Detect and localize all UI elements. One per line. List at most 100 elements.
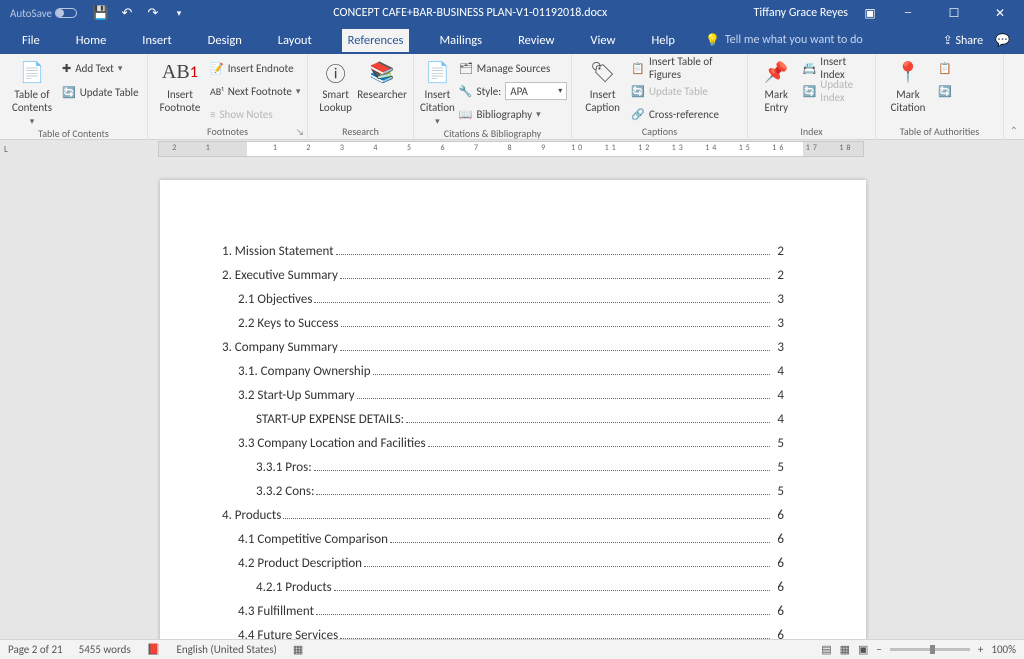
menu-layout[interactable]: Layout xyxy=(272,29,318,52)
insert-citation-button[interactable]: 📄 Insert Citation xyxy=(420,58,455,127)
document-title: CONCEPT CAFE+BAR-BUSINESS PLAN-V1-011920… xyxy=(187,6,753,20)
update-tof-button[interactable]: 🔄Update Table xyxy=(631,81,741,101)
toc-entry[interactable]: 1. Mission Statement2 xyxy=(222,244,784,259)
read-mode-icon[interactable]: ▤ xyxy=(821,643,831,656)
bibliography-icon: 📖 xyxy=(459,108,473,121)
menu-insert[interactable]: Insert xyxy=(136,29,177,52)
document-page[interactable]: 1. Mission Statement2 2. Executive Summar… xyxy=(160,180,866,639)
mark-citation-button[interactable]: 📍 Mark Citation xyxy=(882,58,934,114)
tof-icon: 📋 xyxy=(631,62,645,75)
toc-entry[interactable]: 3.3.2 Cons:5 xyxy=(222,484,784,499)
menu-review[interactable]: Review xyxy=(512,29,560,52)
zoom-slider[interactable] xyxy=(890,648,970,651)
zoom-level[interactable]: 100% xyxy=(991,643,1016,656)
add-text-button[interactable]: ✚Add Text xyxy=(62,58,139,78)
menu-design[interactable]: Design xyxy=(202,29,248,52)
mark-entry-button[interactable]: 📌 Mark Entry xyxy=(754,58,799,114)
toc-entry[interactable]: 3.3 Company Location and Facilities 5 xyxy=(222,436,784,451)
toc-leader-dots xyxy=(406,422,770,423)
page-indicator[interactable]: Page 2 of 21 xyxy=(8,643,63,656)
maximize-button[interactable]: ☐ xyxy=(938,0,970,26)
menu-bar: File Home Insert Design Layout Reference… xyxy=(0,26,1024,54)
table-of-contents-button[interactable]: 📄 Table of Contents xyxy=(6,58,58,127)
group-citations: 📄 Insert Citation 🗂Manage Sources 🔧 Styl… xyxy=(414,54,572,140)
autosave-toggle[interactable]: AutoSave xyxy=(10,7,77,20)
toc-entry-label: 1. Mission Statement xyxy=(222,244,334,259)
toc-entry[interactable]: 3. Company Summary3 xyxy=(222,340,784,355)
document-workspace[interactable]: 1. Mission Statement2 2. Executive Summar… xyxy=(0,158,1024,639)
undo-icon[interactable]: ↶ xyxy=(119,5,135,21)
toc-entry[interactable]: 4.4 Future Services6 xyxy=(222,628,784,639)
word-count[interactable]: 5455 words xyxy=(79,643,131,656)
menu-help[interactable]: Help xyxy=(645,29,680,52)
insert-toa-button[interactable]: 📋 xyxy=(938,58,952,78)
toc-entry[interactable]: 4.1 Competitive Comparison6 xyxy=(222,532,784,547)
save-icon[interactable]: 💾 xyxy=(93,5,109,21)
language-indicator[interactable]: English (United States) xyxy=(176,643,276,656)
status-bar: Page 2 of 21 5455 words 📕 English (Unite… xyxy=(0,639,1024,659)
citation-style-select[interactable]: 🔧 Style: APA▾ xyxy=(459,81,567,101)
web-layout-icon[interactable]: ▣ xyxy=(858,643,868,656)
researcher-icon: 📚 xyxy=(368,58,396,86)
toc-entry-page: 5 xyxy=(772,436,784,451)
update-toa-button[interactable]: 🔄 xyxy=(938,81,952,101)
user-name[interactable]: Tiffany Grace Reyes xyxy=(753,6,848,20)
menu-home[interactable]: Home xyxy=(70,29,113,52)
insert-index-button[interactable]: 📇Insert Index xyxy=(803,58,869,78)
style-combobox[interactable]: APA▾ xyxy=(505,82,567,100)
qat-customize-icon[interactable]: ▾ xyxy=(171,5,187,21)
smart-lookup-button[interactable]: ⓘ Smart Lookup xyxy=(314,58,357,114)
close-button[interactable]: ✕ xyxy=(984,0,1016,26)
comments-icon[interactable]: 💬 xyxy=(995,33,1010,48)
table-of-contents[interactable]: 1. Mission Statement2 2. Executive Summar… xyxy=(222,244,784,639)
toc-entry-label: 4. Products xyxy=(222,508,281,523)
ribbon-display-icon[interactable]: ▣ xyxy=(862,5,878,21)
cross-reference-button[interactable]: 🔗Cross-reference xyxy=(631,104,741,124)
toc-entry-page: 6 xyxy=(772,556,784,571)
toc-entry[interactable]: 3.3.1 Pros:5 xyxy=(222,460,784,475)
toc-entry-label: 3.3 Company Location and Facilities xyxy=(238,436,426,451)
redo-icon[interactable]: ↷ xyxy=(145,5,161,21)
next-footnote-button[interactable]: AB¹Next Footnote xyxy=(210,81,300,101)
menu-mailings[interactable]: Mailings xyxy=(433,29,488,52)
zoom-in-button[interactable]: + xyxy=(978,643,983,656)
menu-references[interactable]: References xyxy=(342,29,410,52)
zoom-out-button[interactable]: − xyxy=(876,643,881,656)
minimize-button[interactable]: ─ xyxy=(892,0,924,26)
toc-entry[interactable]: 2.2 Keys to Success3 xyxy=(222,316,784,331)
update-table-button[interactable]: 🔄Update Table xyxy=(62,82,139,102)
toc-entry[interactable]: 4.2.1 Products6 xyxy=(222,580,784,595)
show-notes-button[interactable]: ≡Show Notes xyxy=(210,104,300,124)
toc-entry[interactable]: START-UP EXPENSE DETAILS:4 xyxy=(222,412,784,427)
toc-entry[interactable]: 3.2 Start-Up Summary4 xyxy=(222,388,784,403)
toc-entry[interactable]: 2.1 Objectives3 xyxy=(222,292,784,307)
share-button[interactable]: ⇪ Share xyxy=(943,33,983,48)
toc-entry[interactable]: 4.2 Product Description6 xyxy=(222,556,784,571)
toc-entry[interactable]: 3.1. Company Ownership4 xyxy=(222,364,784,379)
group-index: 📌 Mark Entry 📇Insert Index 🔄Update Index… xyxy=(748,54,876,140)
manage-sources-button[interactable]: 🗂Manage Sources xyxy=(459,58,567,78)
insert-caption-button[interactable]: 🏷 Insert Caption xyxy=(578,58,627,114)
tell-me-search[interactable]: 💡 Tell me what you want to do xyxy=(705,33,863,48)
group-authorities: 📍 Mark Citation 📋 🔄 Table of Authorities xyxy=(876,54,1004,140)
group-captions: 🏷 Insert Caption 📋Insert Table of Figure… xyxy=(572,54,748,140)
footnotes-dialog-launcher[interactable]: ↘ xyxy=(296,127,304,138)
collapse-ribbon-icon[interactable]: ⌃ xyxy=(1010,124,1018,137)
menu-view[interactable]: View xyxy=(584,29,621,52)
macro-icon[interactable]: ▦ xyxy=(293,643,303,656)
menu-file[interactable]: File xyxy=(16,29,46,52)
print-layout-icon[interactable]: ▦ xyxy=(840,643,850,656)
insert-tof-button[interactable]: 📋Insert Table of Figures xyxy=(631,58,741,78)
insert-footnote-button[interactable]: AB1 Insert Footnote xyxy=(154,58,206,114)
toc-entry-page: 3 xyxy=(772,316,784,331)
insert-endnote-button[interactable]: 📝Insert Endnote xyxy=(210,58,300,78)
share-area: ⇪ Share 💬 xyxy=(943,33,1024,48)
toc-entry[interactable]: 4.3 Fulfillment6 xyxy=(222,604,784,619)
horizontal-ruler[interactable]: 21123456789101112131415161718 xyxy=(158,141,864,157)
toc-entry[interactable]: 2. Executive Summary2 xyxy=(222,268,784,283)
spell-check-icon[interactable]: 📕 xyxy=(147,643,161,656)
bibliography-button[interactable]: 📖Bibliography xyxy=(459,104,567,124)
update-index-button[interactable]: 🔄Update Index xyxy=(803,81,869,101)
toc-entry[interactable]: 4. Products6 xyxy=(222,508,784,523)
researcher-button[interactable]: 📚 Researcher xyxy=(357,58,407,101)
